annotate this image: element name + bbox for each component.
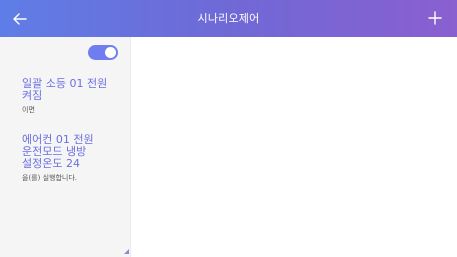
scenario-action: 에어컨 01 전원 운전모드 냉방 설정온도 24 을(를) 실행합니다. bbox=[22, 134, 127, 183]
scenario-toggle[interactable] bbox=[88, 45, 118, 60]
scenario-card[interactable]: 일괄 소등 01 전원 켜짐 이면 에어컨 01 전원 운전모드 냉방 설정온도… bbox=[0, 37, 131, 257]
resize-handle[interactable] bbox=[124, 249, 129, 254]
action-command: 에어컨 01 전원 운전모드 냉방 설정온도 24 bbox=[22, 133, 94, 170]
add-button[interactable] bbox=[423, 6, 447, 30]
scenario-condition: 일괄 소등 01 전원 켜짐 이면 bbox=[22, 78, 127, 115]
plus-icon bbox=[428, 11, 442, 25]
top-app-bar: 시나리오제어 bbox=[0, 0, 457, 37]
action-suffix: 을(를) 실행합니다. bbox=[22, 174, 77, 182]
condition-suffix: 이면 bbox=[22, 106, 35, 114]
page-title: 시나리오제어 bbox=[197, 12, 260, 25]
content-area bbox=[131, 37, 457, 257]
toggle-knob bbox=[105, 47, 116, 58]
condition-command: 일괄 소등 01 전원 켜짐 bbox=[22, 77, 108, 102]
